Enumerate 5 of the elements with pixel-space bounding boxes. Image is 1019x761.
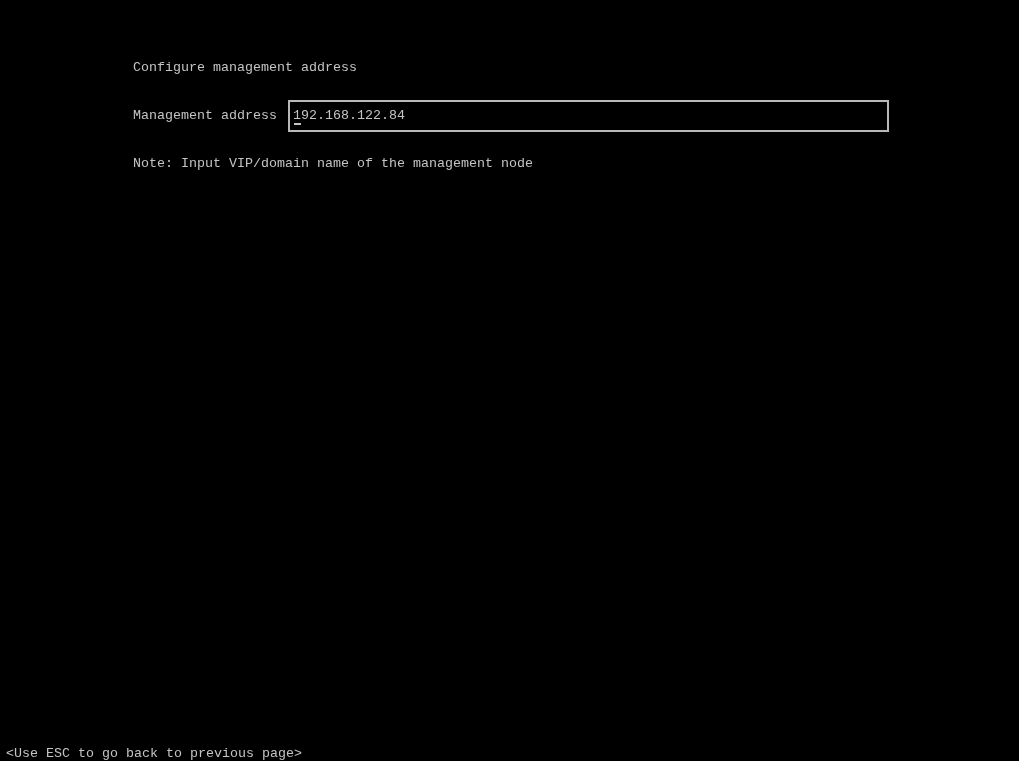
note-text: Note: Input VIP/domain name of the management node [133,156,533,172]
field-label: Management address [133,108,277,124]
screen-title: Configure management address [133,60,357,76]
footer-hint: <Use ESC to go back to previous page> [5,746,303,761]
management-address-field[interactable]: 192.168.122.84 [287,100,889,132]
